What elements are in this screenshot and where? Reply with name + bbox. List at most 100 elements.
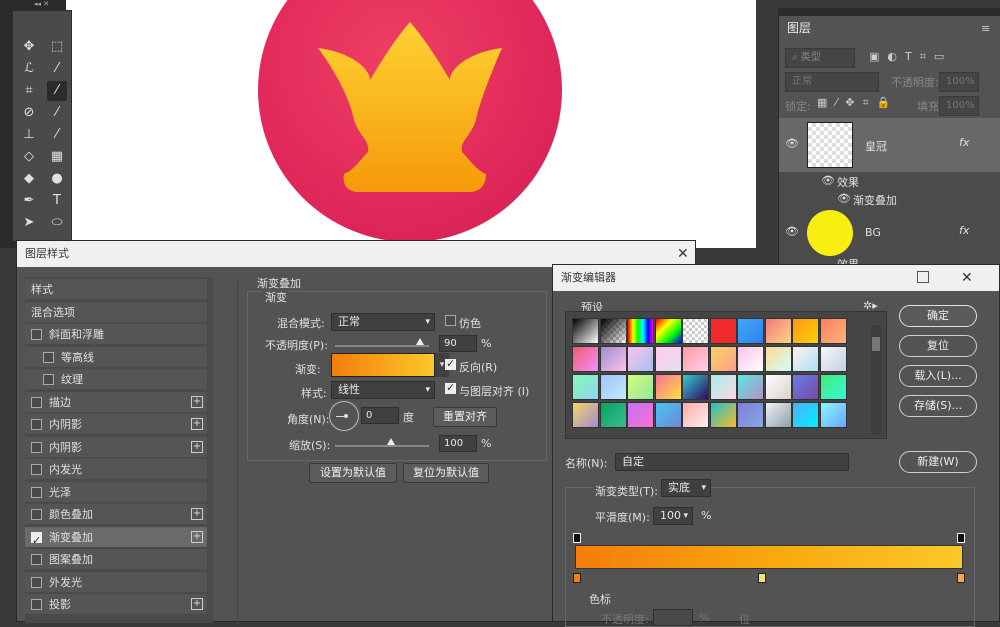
style-checkbox[interactable]	[31, 441, 42, 453]
gradient-preset-swatch[interactable]	[737, 374, 764, 400]
add-icon[interactable]: +	[191, 395, 203, 408]
opacity-input[interactable]: 90	[439, 335, 477, 352]
effects-row[interactable]: 👁 效果	[779, 172, 1000, 190]
ellipse-tool-icon[interactable]: ⬭	[47, 213, 67, 233]
fill-input[interactable]: 100%	[939, 96, 979, 116]
style-checkbox[interactable]	[31, 486, 42, 498]
gradient-preset-swatch[interactable]	[792, 318, 819, 344]
gradient-preset-swatch[interactable]	[819, 374, 847, 400]
gradient-preset-swatch[interactable]	[572, 374, 599, 400]
eye-icon[interactable]: 👁	[785, 138, 801, 150]
blend-mode-select[interactable]: 正常	[785, 72, 879, 92]
gradient-preset-swatch[interactable]	[709, 346, 737, 372]
style-checkbox[interactable]	[31, 509, 42, 520]
close-icon[interactable]: ✕	[961, 265, 973, 291]
layer-opacity-input[interactable]: 100%	[939, 72, 979, 92]
color-stop-middle[interactable]	[758, 573, 766, 583]
gradient-preset-swatch[interactable]	[572, 402, 599, 428]
style-checkbox[interactable]	[31, 554, 42, 565]
style-item[interactable]: 斜面和浮雕	[25, 324, 207, 345]
style-item[interactable]: 外发光	[25, 571, 207, 593]
gradient-preset-swatch[interactable]	[764, 402, 792, 428]
angle-input[interactable]: 0	[361, 407, 399, 424]
style-checkbox[interactable]	[31, 396, 42, 408]
stop-opacity-input[interactable]	[653, 609, 693, 626]
reset-alignment-button[interactable]: 重置对齐	[433, 407, 497, 427]
pen-tool-icon[interactable]: ✒	[19, 191, 39, 211]
new-button[interactable]: 新建(W)	[899, 451, 977, 473]
gradient-preset-swatch[interactable]	[654, 402, 682, 428]
gradient-preset-swatch[interactable]	[682, 318, 709, 344]
ok-button[interactable]: 确定	[899, 305, 977, 327]
gradient-preset-swatch[interactable]	[627, 402, 654, 428]
set-default-button[interactable]: 设置为默认值	[309, 463, 397, 483]
layer-filter-input[interactable]: ⌕ 类型	[785, 48, 855, 68]
gradient-preset-swatch[interactable]	[627, 374, 654, 400]
gradient-preset-swatch[interactable]	[792, 402, 819, 428]
lock-icons[interactable]: ▦⁄✥⌗🔒	[817, 96, 898, 110]
gradient-preset-swatch[interactable]	[792, 346, 819, 372]
gradient-preset-swatch[interactable]	[654, 374, 682, 400]
maximize-icon[interactable]	[917, 271, 929, 283]
gradient-preset-swatch[interactable]	[599, 346, 627, 372]
gradient-preset-swatch[interactable]	[709, 374, 737, 400]
color-stop-right[interactable]	[957, 573, 965, 583]
gradient-type-select[interactable]: 实底 ▾	[661, 479, 711, 497]
style-checkbox[interactable]	[31, 530, 42, 551]
blur-tool-icon[interactable]: ◆	[19, 169, 39, 189]
eyedropper-tool-icon[interactable]: ⁄	[47, 81, 67, 101]
path-selection-icon[interactable]: ➤	[19, 213, 39, 233]
angle-dial[interactable]	[329, 401, 359, 431]
scale-slider-thumb[interactable]	[387, 438, 396, 445]
effect-gradient-overlay-row[interactable]: 👁 渐变叠加	[779, 190, 1000, 208]
gradient-preset-swatch[interactable]	[572, 318, 599, 344]
opacity-stop-left[interactable]	[573, 533, 581, 543]
gradient-preset-swatch[interactable]	[654, 318, 682, 344]
save-button[interactable]: 存储(S)...	[899, 395, 977, 417]
brush-tool-icon[interactable]: ⁄	[47, 103, 67, 123]
style-item[interactable]: 渐变叠加 +	[25, 526, 207, 551]
style-item[interactable]: 描边 +	[25, 391, 207, 413]
scale-slider[interactable]	[335, 445, 429, 447]
gradient-preset-swatch[interactable]	[819, 346, 847, 372]
layer-row-crown[interactable]: 👁 皇冠 fx	[779, 118, 1000, 172]
gradient-preset-swatch[interactable]	[764, 318, 792, 344]
gradient-preset-swatch[interactable]	[709, 402, 737, 428]
gradient-preset-swatch[interactable]	[709, 318, 737, 344]
magic-wand-tool-icon[interactable]: ⁄	[47, 59, 67, 79]
style-item[interactable]: 颜色叠加 +	[25, 504, 207, 525]
name-input[interactable]: 自定	[615, 453, 849, 471]
style-item[interactable]: 等高线	[25, 346, 207, 368]
gradient-preset-swatch[interactable]	[737, 402, 764, 428]
stamp-tool-icon[interactable]: ⊥	[19, 125, 39, 145]
marquee-tool-icon[interactable]: ⬚	[47, 37, 67, 57]
collapse-icon[interactable]: ◂◂ ✕	[34, 0, 74, 10]
gradient-preset-swatch[interactable]	[682, 402, 709, 428]
color-stop-left[interactable]	[573, 573, 581, 583]
add-icon[interactable]: +	[191, 598, 203, 610]
gradient-preset-swatch[interactable]	[682, 346, 709, 372]
load-button[interactable]: 载入(L)...	[899, 365, 977, 387]
gradient-preset-swatch[interactable]	[654, 346, 682, 372]
style-checkbox[interactable]	[31, 464, 42, 475]
opacity-slider[interactable]	[335, 345, 429, 347]
style-item[interactable]: 内发光	[25, 459, 207, 480]
style-checkbox[interactable]	[43, 374, 54, 385]
gradient-preset-swatch[interactable]	[627, 346, 654, 372]
dither-checkbox[interactable]	[445, 315, 456, 326]
gradient-preset-swatch[interactable]	[599, 374, 627, 400]
eye-icon[interactable]: 👁	[785, 226, 801, 238]
gradient-preset-swatch[interactable]	[819, 402, 847, 428]
gradient-preset-swatch[interactable]	[599, 402, 627, 428]
style-item[interactable]: 投影 +	[25, 594, 207, 615]
style-item[interactable]: 内阴影 +	[25, 414, 207, 435]
crop-tool-icon[interactable]: ⌗	[19, 81, 39, 101]
opacity-slider-thumb[interactable]	[415, 338, 424, 345]
style-checkbox[interactable]	[31, 576, 42, 588]
add-icon[interactable]: +	[191, 418, 203, 430]
panel-menu-icon[interactable]: ≡	[981, 22, 990, 35]
fx-icon[interactable]: fx	[959, 224, 969, 237]
fx-icon[interactable]: fx	[959, 136, 969, 149]
add-icon[interactable]: +	[191, 530, 203, 543]
style-checkbox[interactable]	[31, 329, 42, 340]
